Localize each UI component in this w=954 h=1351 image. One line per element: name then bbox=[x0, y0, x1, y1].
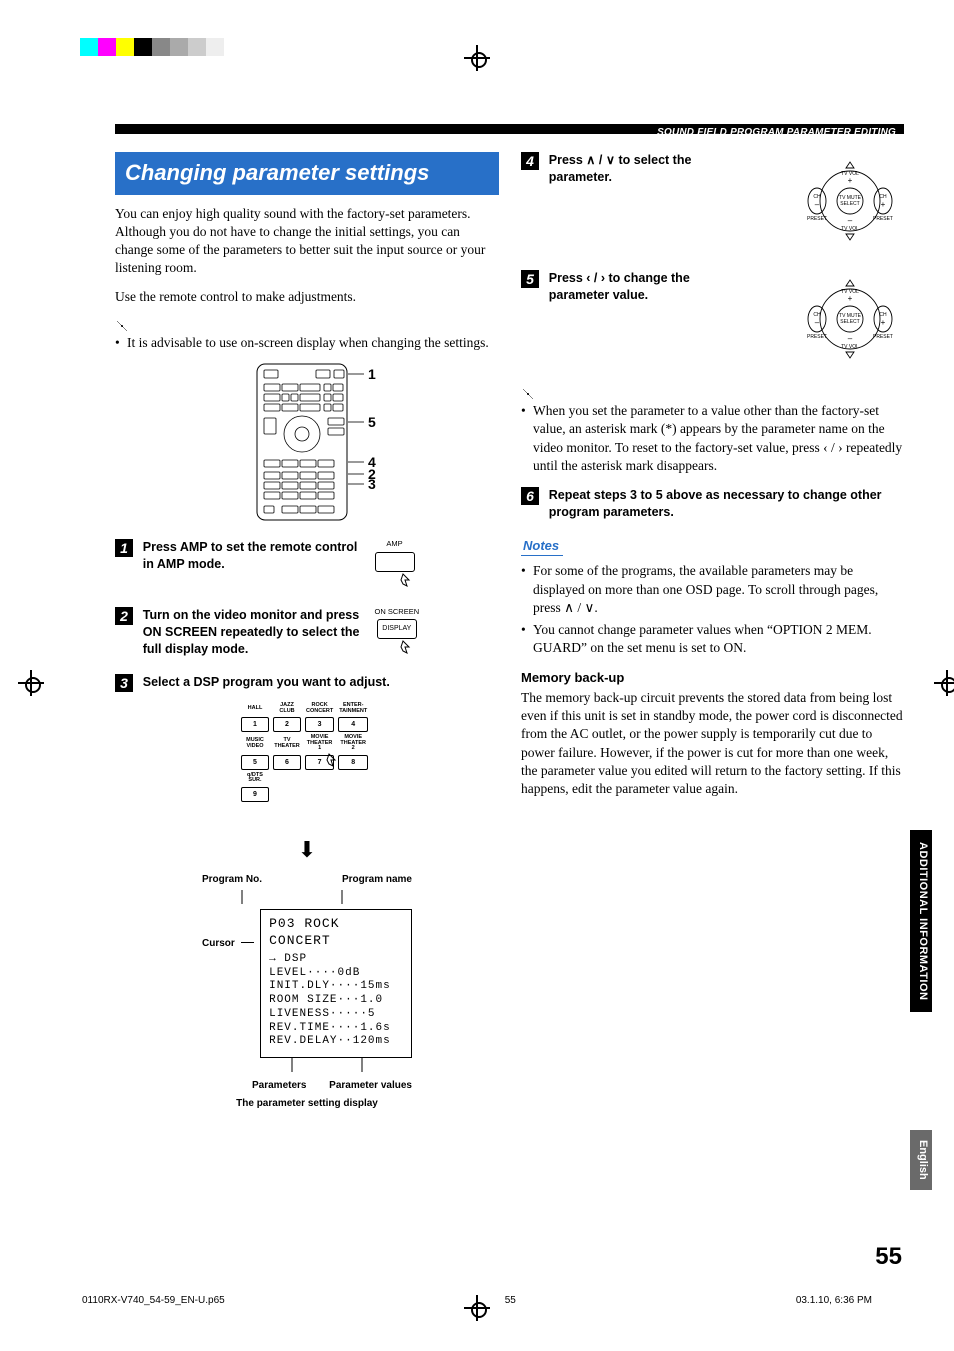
svg-text:–: – bbox=[848, 334, 853, 343]
use-remote-text: Use the remote control to make adjustmen… bbox=[115, 288, 499, 306]
callout-3: 3 bbox=[368, 476, 376, 492]
right-column: 4 Press ∧ / ∨ to select the parameter. T… bbox=[521, 152, 905, 1114]
tip-2: When you set the parameter to a value ot… bbox=[521, 402, 905, 475]
footer: 0110RX-V740_54-59_EN-U.p65 55 03.1.10, 6… bbox=[82, 1294, 872, 1308]
memory-backup-heading: Memory back-up bbox=[521, 669, 905, 687]
svg-text:TV VOL: TV VOL bbox=[841, 226, 859, 232]
footer-filename: 0110RX-V740_54-59_EN-U.p65 bbox=[82, 1294, 225, 1308]
remote-illustration: 1 5 4 2 3 bbox=[252, 362, 362, 527]
side-tab-section: ADDITIONAL INFORMATION bbox=[910, 830, 932, 1012]
step-1: 1 Press AMP to set the remote control in… bbox=[115, 539, 499, 594]
left-column: Changing parameter settings You can enjo… bbox=[115, 152, 499, 1114]
svg-text:TV VOL: TV VOL bbox=[841, 344, 859, 350]
svg-text:–: – bbox=[815, 318, 820, 327]
onscreen-button-diagram: ON SCREEN DISPLAY bbox=[375, 607, 420, 662]
footer-page: 55 bbox=[505, 1294, 516, 1308]
amp-button-diagram: AMP bbox=[375, 539, 415, 594]
svg-text:PRESET: PRESET bbox=[807, 216, 827, 222]
svg-text:+: + bbox=[881, 200, 886, 209]
page: SOUND FIELD PROGRAM PARAMETER EDITING Ch… bbox=[0, 0, 954, 1351]
svg-text:PRESET: PRESET bbox=[873, 334, 893, 340]
crosshair-left bbox=[18, 670, 44, 696]
step-2: 2 Turn on the video monitor and press ON… bbox=[115, 607, 499, 662]
down-arrow-icon: ⬇ bbox=[115, 835, 499, 865]
svg-text:–: – bbox=[848, 216, 853, 225]
svg-text:+: + bbox=[848, 294, 853, 303]
tip-icon-2 bbox=[521, 387, 535, 401]
step-4: 4 Press ∧ / ∨ to select the parameter. T… bbox=[521, 152, 905, 258]
svg-text:+: + bbox=[848, 176, 853, 185]
svg-text:–: – bbox=[815, 200, 820, 209]
svg-text:SELECT: SELECT bbox=[840, 201, 859, 207]
svg-text:PRESET: PRESET bbox=[873, 216, 893, 222]
intro-text: You can enjoy high quality sound with th… bbox=[115, 205, 499, 278]
page-number: 55 bbox=[875, 1241, 902, 1273]
note-2: You cannot change parameter values when … bbox=[521, 621, 905, 657]
svg-text:+: + bbox=[881, 318, 886, 327]
osd-display: Program No. Program name Cursor P03 ROCK… bbox=[202, 873, 412, 1111]
callout-5: 5 bbox=[368, 414, 376, 430]
registration-marks-right bbox=[80, 38, 904, 56]
section-header: SOUND FIELD PROGRAM PARAMETER EDITING bbox=[657, 126, 896, 140]
side-tab-language: English bbox=[910, 1130, 932, 1190]
callout-1: 1 bbox=[368, 366, 376, 382]
step-5: 5 Press ‹ / › to change the parameter va… bbox=[521, 270, 905, 376]
memory-backup-body: The memory back-up circuit prevents the … bbox=[521, 689, 905, 798]
step-6: 6 Repeat steps 3 to 5 above as necessary… bbox=[521, 487, 905, 521]
crosshair-top bbox=[464, 45, 490, 71]
nav-pad-4: TV VOLTV VOL CHCH –+ TV MUTESELECT PRESE… bbox=[795, 156, 905, 246]
tip-1: It is advisable to use on-screen display… bbox=[115, 334, 499, 352]
crosshair-right bbox=[934, 670, 954, 696]
notes-heading: Notes bbox=[521, 537, 563, 557]
cursor-label: Cursor bbox=[202, 909, 235, 951]
dsp-buttons: HALLJAZZ CLUBROCK CONCERTENTER-TAINMENT … bbox=[237, 700, 377, 827]
svg-text:SELECT: SELECT bbox=[840, 319, 859, 325]
tip-icon bbox=[115, 319, 129, 333]
svg-text:PRESET: PRESET bbox=[807, 334, 827, 340]
footer-timestamp: 03.1.10, 6:36 PM bbox=[796, 1294, 872, 1308]
nav-pad-5: TV VOLTV VOL CHCH –+ TV MUTESELECT PRESE… bbox=[795, 274, 905, 364]
step-3: 3 Select a DSP program you want to adjus… bbox=[115, 674, 499, 692]
page-title: Changing parameter settings bbox=[115, 152, 499, 195]
note-1: For some of the programs, the available … bbox=[521, 562, 905, 617]
